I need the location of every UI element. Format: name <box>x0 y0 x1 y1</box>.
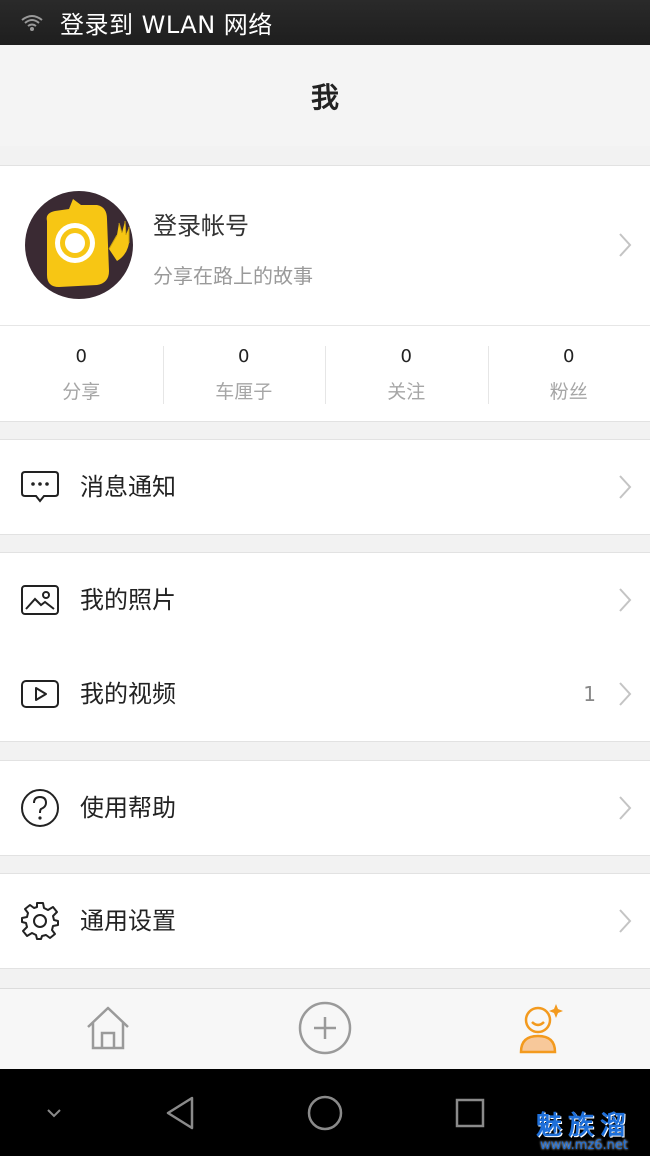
add-icon <box>298 1001 352 1059</box>
page-header: 我 <box>0 45 650 146</box>
menu-label: 消息通知 <box>80 473 176 501</box>
stat-value: 0 <box>238 346 250 367</box>
watermark-url: www.mz6.net <box>539 1138 629 1153</box>
home-circle-icon[interactable] <box>303 1091 347 1135</box>
stat-label: 分享 <box>62 381 101 403</box>
stat-label: 关注 <box>387 381 426 403</box>
site-watermark: 魅族溜 www.mz6.net <box>536 1113 632 1152</box>
menu-item-settings[interactable]: 通用设置 <box>0 873 650 969</box>
menu-label: 我的视频 <box>80 680 176 708</box>
back-icon[interactable] <box>158 1091 202 1135</box>
help-icon <box>20 788 60 828</box>
video-icon <box>20 674 60 714</box>
profile-icon <box>518 1002 566 1058</box>
chevron-right-icon <box>618 474 632 500</box>
photo-icon <box>20 580 60 620</box>
chevron-right-icon <box>618 232 632 258</box>
chevron-right-icon <box>618 908 632 934</box>
status-text: 登录到 WLAN 网络 <box>60 11 273 39</box>
stat-label: 车厘子 <box>215 381 273 403</box>
menu-label: 使用帮助 <box>80 794 176 822</box>
profile-motto: 分享在路上的故事 <box>153 264 313 288</box>
menu-item-videos[interactable]: 我的视频 1 <box>0 647 650 742</box>
menu-item-help[interactable]: 使用帮助 <box>0 760 650 856</box>
stat-value: 0 <box>75 346 87 367</box>
tab-home[interactable] <box>0 989 216 1070</box>
stat-fans[interactable]: 0 粉丝 <box>487 326 650 421</box>
stat-following[interactable]: 0 关注 <box>325 326 488 421</box>
page-title: 我 <box>310 80 339 114</box>
menu-label: 我的照片 <box>80 586 176 614</box>
stat-cherry[interactable]: 0 车厘子 <box>162 326 326 421</box>
menu-item-messages[interactable]: 消息通知 <box>0 439 650 535</box>
gear-icon <box>20 901 60 941</box>
stat-share[interactable]: 0 分享 <box>0 326 163 421</box>
menu-label: 通用设置 <box>80 907 176 935</box>
stat-label: 粉丝 <box>549 381 588 403</box>
status-bar: 登录到 WLAN 网络 <box>0 0 650 45</box>
watermark-title: 魅族溜 <box>535 1111 632 1141</box>
chevron-right-icon <box>618 795 632 821</box>
tab-add[interactable] <box>217 989 433 1070</box>
stats-bar: 0 分享 0 车厘子 0 关注 0 粉丝 <box>0 325 650 422</box>
chevron-right-icon <box>618 681 632 707</box>
login-account-label[interactable]: 登录帐号 <box>153 206 249 241</box>
app-screen: 登录到 WLAN 网络 我 登录帐号 分享在路上的故事 0 分享 0 车厘子 0… <box>0 0 650 1156</box>
camera-mascot-avatar[interactable] <box>25 191 133 299</box>
stat-value: 0 <box>563 346 575 367</box>
bottom-tab-bar <box>0 988 650 1070</box>
video-count-badge: 1 <box>583 682 596 706</box>
chevron-right-icon <box>618 587 632 613</box>
tab-profile[interactable] <box>434 989 650 1070</box>
message-icon <box>20 467 60 507</box>
recents-icon[interactable] <box>448 1091 492 1135</box>
stat-value: 0 <box>400 346 412 367</box>
wifi-question-icon <box>20 11 44 35</box>
menu-item-photos[interactable]: 我的照片 <box>0 552 650 648</box>
home-icon <box>85 1005 131 1055</box>
profile-card[interactable]: 登录帐号 分享在路上的故事 <box>0 165 650 326</box>
collapse-icon[interactable] <box>32 1091 76 1135</box>
